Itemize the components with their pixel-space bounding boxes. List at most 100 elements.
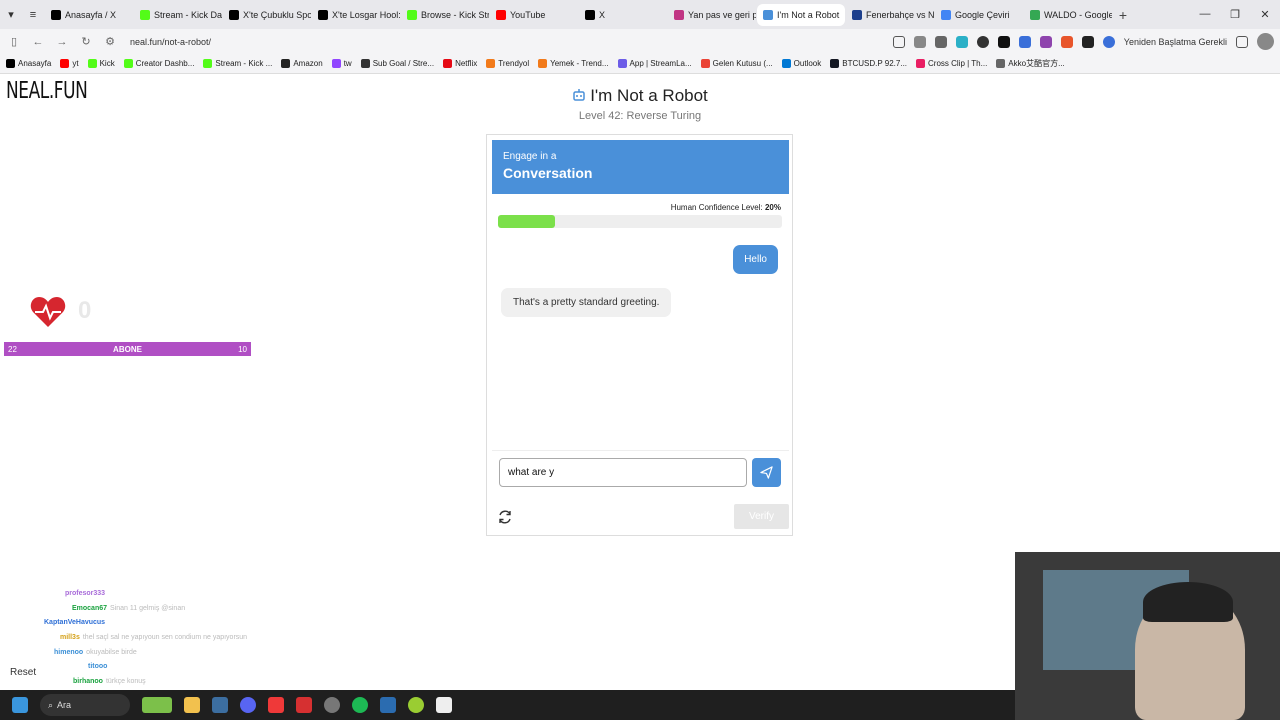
bookmark-label: Gelen Kutusu (... [712, 59, 773, 68]
bookmark-item[interactable]: App | StreamLa... [617, 59, 692, 68]
obs-icon[interactable] [324, 697, 340, 713]
camera-icon[interactable] [892, 35, 905, 48]
bookmark-item[interactable]: Stream - Kick ... [203, 59, 272, 68]
tab-label: X [599, 9, 606, 20]
send-button[interactable] [752, 458, 781, 487]
bookmark-label: Anasayfa [18, 59, 52, 68]
bookmark-item[interactable]: BTCUSD.P 92.7... [830, 59, 907, 68]
windows-start-icon[interactable] [12, 697, 28, 713]
extension-icon[interactable] [1039, 35, 1052, 48]
bookmark-item[interactable]: Akko艾酷官方... [996, 58, 1065, 69]
site-settings-icon[interactable]: ⚙ [102, 35, 118, 48]
sub-goal-label: ABONE [113, 344, 142, 354]
browser-tab[interactable]: Anasayfa / X [45, 4, 133, 26]
tab-label: Fenerbahçe vs Nic [866, 9, 934, 20]
confidence-label-text: Human Confidence Level: [670, 203, 763, 212]
bookmark-favicon [830, 59, 840, 68]
url-field[interactable]: neal.fun/not-a-robot/ [130, 37, 211, 47]
browser-tab[interactable]: YouTube [490, 4, 578, 26]
extension-icon[interactable] [1018, 35, 1031, 48]
panel-icon[interactable] [1236, 35, 1248, 48]
tab-favicon [51, 9, 61, 20]
extension-icon[interactable] [997, 35, 1010, 48]
heart-count: 0 [78, 297, 92, 324]
extension-icon[interactable] [976, 35, 989, 48]
browser-tab[interactable]: Browse - Kick Stre [401, 4, 489, 26]
app-icon[interactable] [296, 697, 312, 713]
minimize-icon[interactable]: — [1190, 8, 1220, 21]
sidebar-toggle-icon[interactable]: ▯ [6, 35, 22, 48]
browser-tab[interactable]: I'm Not a Robot [757, 3, 845, 26]
bookmark-favicon [486, 59, 496, 68]
bookmark-favicon [781, 59, 791, 68]
taskbar-search[interactable]: ⌕ Ara [40, 694, 130, 716]
browser-tab[interactable]: WALDO - Google [1024, 4, 1112, 26]
restore-icon[interactable]: ❐ [1220, 8, 1250, 21]
back-icon[interactable]: ← [30, 36, 46, 48]
app-icon[interactable] [380, 697, 396, 713]
bookmark-item[interactable]: Trendyol [486, 59, 529, 68]
app-icon[interactable] [408, 697, 424, 713]
extension-icon[interactable] [913, 35, 926, 48]
tab-favicon [407, 9, 417, 20]
store-icon[interactable] [212, 697, 228, 713]
chat-input[interactable] [499, 458, 747, 487]
extension-icon[interactable] [955, 35, 968, 48]
bookmark-item[interactable]: Cross Clip | Th... [916, 59, 987, 68]
bookmark-label: Trendyol [498, 59, 530, 68]
browser-tab[interactable]: X [579, 4, 667, 26]
bookmark-item[interactable]: Creator Dashb... [123, 59, 194, 68]
restart-required-button[interactable]: Yeniden Başlatma Gerekli [1124, 37, 1227, 47]
bookmark-item[interactable]: Amazon [281, 59, 323, 68]
sub-goal-right: 10 [238, 344, 247, 354]
reset-button[interactable]: Reset [10, 667, 36, 678]
bookmark-item[interactable]: Sub Goal / Stre... [360, 59, 435, 68]
spotify-icon[interactable] [352, 697, 368, 713]
header-small-text: Engage in a [503, 151, 557, 162]
bookmark-item[interactable]: Gelen Kutusu (... [700, 59, 773, 68]
new-tab-button[interactable]: + [1112, 7, 1134, 23]
bookmark-favicon [87, 59, 97, 68]
tab-stack-icon[interactable]: ≡ [22, 0, 44, 29]
game-app-icon[interactable] [142, 697, 172, 713]
browser-menu-icon[interactable]: ▾ [0, 0, 22, 29]
bookmark-label: Sub Goal / Stre... [372, 59, 435, 68]
browser-tab[interactable]: Stream - Kick Das [134, 4, 222, 26]
file-explorer-icon[interactable] [184, 697, 200, 713]
bookmark-item[interactable]: tw [331, 59, 352, 68]
bookmark-icon[interactable] [934, 35, 947, 48]
refresh-icon[interactable] [497, 509, 513, 525]
tab-label: Browse - Kick Stre [421, 9, 489, 20]
extension-icon[interactable] [1081, 35, 1094, 48]
bookmark-item[interactable]: Outlook [781, 59, 821, 68]
bookmark-favicon [617, 59, 627, 68]
bookmark-item[interactable]: yt [60, 59, 79, 68]
sub-goal-bar: 22 ABONE 10 [4, 342, 251, 356]
bookmark-item[interactable]: Anasayfa [6, 59, 51, 68]
verify-button[interactable]: Verify [734, 504, 789, 529]
discord-icon[interactable] [240, 697, 256, 713]
bookmark-label: Stream - Kick ... [215, 59, 273, 68]
bookmark-item[interactable]: Kick [87, 59, 115, 68]
browser-tab[interactable]: Google Çeviri [935, 4, 1023, 26]
browser-tab[interactable]: Fenerbahçe vs Nic [846, 4, 934, 26]
beanie [1143, 582, 1233, 622]
vivaldi-icon[interactable] [268, 697, 284, 713]
power-icon[interactable] [1102, 35, 1115, 48]
extension-icon[interactable] [1060, 35, 1073, 48]
close-icon[interactable]: ✕ [1250, 8, 1280, 21]
forward-icon[interactable]: → [54, 36, 70, 48]
browser-tab[interactable]: Yan pas ve geri pa [668, 4, 756, 26]
browser-tab[interactable]: X'te Çubuklu Spor [223, 4, 311, 26]
bookmark-item[interactable]: Yemek - Trend... [538, 59, 609, 68]
browser-tab[interactable]: X'te Losgar Hool: [312, 4, 400, 26]
challenge-card: Engage in a Conversation Human Confidenc… [486, 134, 793, 536]
app-icon[interactable] [436, 697, 452, 713]
tab-label: YouTube [510, 9, 546, 20]
reload-icon[interactable]: ↻ [78, 35, 94, 48]
bookmark-label: tw [343, 59, 352, 68]
bookmark-favicon [996, 59, 1006, 68]
bookmark-item[interactable]: Netflix [443, 59, 477, 68]
profile-avatar[interactable] [1257, 33, 1274, 50]
address-bar: ▯ ← → ↻ ⚙ neal.fun/not-a-robot/ Yeniden … [0, 29, 1280, 54]
